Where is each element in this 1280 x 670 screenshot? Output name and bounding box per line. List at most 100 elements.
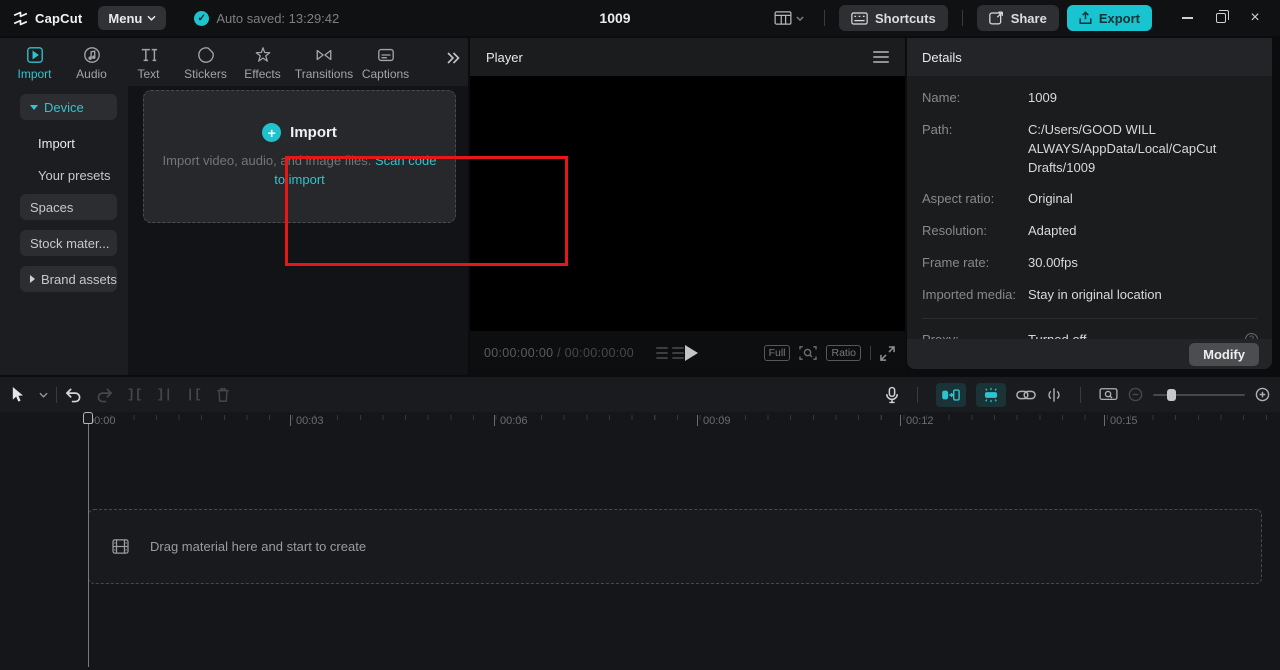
- undo-button[interactable]: [65, 387, 82, 403]
- select-tool-button[interactable]: [10, 386, 25, 403]
- tab-import[interactable]: Import: [6, 44, 63, 81]
- sidebar-item-brand-label: Brand assets: [41, 271, 117, 287]
- tab-text[interactable]: Text: [120, 44, 177, 81]
- detail-label: Frame rate:: [922, 255, 990, 271]
- sidebar-item-stock-materials[interactable]: Stock mater...: [20, 230, 117, 256]
- sidebar-item-import[interactable]: Import: [20, 130, 117, 156]
- detail-label: Imported media:: [922, 286, 1016, 302]
- tab-captions-label: Captions: [361, 66, 410, 81]
- share-button-label: Share: [1010, 10, 1047, 26]
- import-dropzone[interactable]: + Import Import video, audio, and image …: [143, 90, 456, 223]
- detail-label: Resolution:: [922, 223, 988, 239]
- tab-effects[interactable]: Effects: [234, 44, 291, 81]
- tab-captions[interactable]: Captions: [357, 44, 414, 81]
- sidebar-item-spaces[interactable]: Spaces: [20, 194, 117, 220]
- sidebar-item-your-presets-label: Your presets: [38, 167, 111, 183]
- divider: [961, 10, 963, 26]
- capcut-app-window: CapCut Menu ✓ Auto saved: 13:29:42 1009: [0, 0, 1280, 670]
- sidebar-item-spaces-label: Spaces: [30, 199, 74, 215]
- chevron-down-icon: [147, 15, 156, 21]
- split-button[interactable]: ][: [127, 387, 143, 402]
- detail-row-frame-rate: Frame rate: 30.00fps: [922, 254, 1257, 273]
- player-view-controls: Full Ratio: [763, 331, 895, 375]
- capcut-logo: CapCut: [12, 10, 82, 27]
- close-button[interactable]: ×: [1238, 0, 1272, 36]
- player-menu-icon[interactable]: [873, 51, 889, 63]
- link-toggle[interactable]: [1016, 389, 1036, 401]
- fullscreen-icon[interactable]: [880, 345, 895, 361]
- detail-row-imported-media: Imported media: Stay in original locatio…: [922, 286, 1257, 305]
- details-footer: Modify: [907, 339, 1272, 369]
- adapt-timeline-button[interactable]: [1099, 387, 1118, 402]
- select-tool-dropdown[interactable]: [39, 392, 48, 398]
- details-title: Details: [922, 49, 962, 65]
- tab-audio[interactable]: Audio: [63, 44, 120, 81]
- detail-row-name: Name: 1009: [922, 89, 1257, 108]
- text-tab-icon: [141, 48, 157, 61]
- modify-button[interactable]: Modify: [1189, 342, 1259, 366]
- ruler-label: 00:09: [697, 415, 731, 427]
- ratio-button[interactable]: Ratio: [826, 345, 861, 361]
- minimize-icon: [1181, 17, 1193, 19]
- play-button[interactable]: [680, 342, 702, 364]
- play-icon: [684, 345, 698, 361]
- zoom-in-button[interactable]: [1255, 387, 1270, 402]
- sidebar-item-device[interactable]: Device: [20, 94, 117, 120]
- details-panel: Details Name: 1009 Path: C:/Users/GOOD W…: [907, 38, 1272, 369]
- minimize-button[interactable]: [1170, 0, 1204, 36]
- tab-transitions[interactable]: Transitions: [291, 44, 357, 81]
- detail-label: Name:: [922, 90, 961, 105]
- auto-snap-toggle[interactable]: [976, 382, 1006, 407]
- menu-button[interactable]: Menu: [98, 6, 167, 30]
- zoom-out-button[interactable]: [1128, 387, 1143, 402]
- details-rows: Name: 1009 Path: C:/Users/GOOD WILL ALWA…: [907, 76, 1272, 305]
- delete-left-button[interactable]: ]|: [157, 387, 173, 402]
- shortcuts-button[interactable]: Shortcuts: [839, 5, 948, 31]
- zoom-slider-handle[interactable]: [1167, 388, 1176, 401]
- redo-button[interactable]: [96, 387, 113, 403]
- import-tab-icon: [26, 46, 43, 63]
- timeline-zoom-slider[interactable]: [1153, 388, 1245, 401]
- detail-value: Original: [1028, 191, 1073, 207]
- zoom-fit-icon[interactable]: [799, 345, 818, 361]
- sidebar-item-stock-label: Stock mater...: [30, 235, 110, 251]
- export-button[interactable]: Export: [1066, 5, 1152, 31]
- timecode-total: 00:00:00:00: [564, 346, 635, 360]
- ruler-label: 00:12: [900, 415, 934, 427]
- tab-audio-label: Audio: [76, 66, 107, 81]
- ruler-label: 00:15: [1104, 415, 1138, 427]
- sidebar-item-brand-assets[interactable]: Brand assets: [20, 266, 117, 292]
- detail-row-aspect-ratio: Aspect ratio: Original: [922, 190, 1257, 209]
- autosave-text: Auto saved: 13:29:42: [216, 10, 340, 26]
- divider: [824, 10, 826, 26]
- expand-panel-button[interactable]: [446, 52, 460, 64]
- details-header: Details: [907, 38, 1272, 76]
- media-content-area: + Import Import video, audio, and image …: [128, 86, 568, 375]
- full-quality-button[interactable]: Full: [763, 345, 791, 361]
- restore-button[interactable]: [1204, 0, 1238, 36]
- timecode: 00:00:00:00 / 00:00:00:00: [484, 346, 634, 360]
- delete-button[interactable]: [216, 387, 230, 403]
- delete-right-button[interactable]: |[: [186, 387, 202, 402]
- detail-value: 30.00fps: [1028, 255, 1078, 271]
- keyboard-icon: [851, 11, 868, 25]
- captions-tab-icon: [377, 48, 394, 61]
- preview-axis-toggle[interactable]: [1046, 387, 1062, 403]
- main-track-magnet-toggle[interactable]: [936, 382, 966, 407]
- caret-down-icon: [30, 104, 38, 110]
- layout-switcher[interactable]: [774, 11, 804, 25]
- player-controls: 00:00:00:00 / 00:00:00:00 Full Ratio: [470, 331, 905, 375]
- timeline-ruler[interactable]: 00:00 00:03 00:06 00:09 00:12 00:15: [0, 412, 1280, 434]
- tab-stickers[interactable]: Stickers: [177, 44, 234, 81]
- record-voiceover-button[interactable]: [885, 386, 899, 404]
- track-dropzone[interactable]: Drag material here and start to create: [88, 509, 1262, 584]
- autosave-check-icon: ✓: [194, 10, 210, 26]
- share-button[interactable]: Share: [976, 5, 1059, 31]
- tab-effects-label: Effects: [244, 66, 281, 81]
- import-dropzone-description: Import video, audio, and image files. Sc…: [160, 152, 440, 190]
- sidebar-item-your-presets[interactable]: Your presets: [20, 162, 117, 188]
- panel-layout-icon: [774, 11, 792, 25]
- playhead[interactable]: [83, 412, 93, 667]
- ruler-label: 00:06: [494, 415, 528, 427]
- playhead-handle[interactable]: [83, 412, 93, 424]
